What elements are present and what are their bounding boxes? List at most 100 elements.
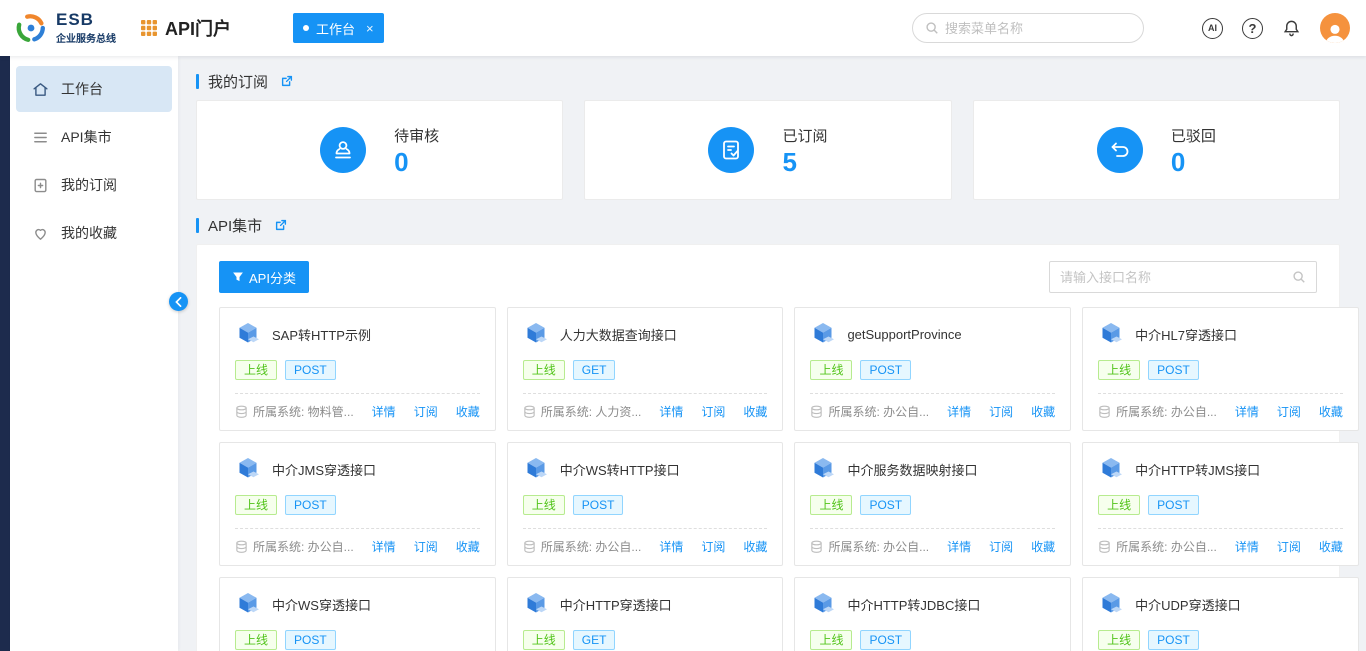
subscribe-link[interactable]: 订阅 [701, 403, 725, 420]
main-area: 工作台 API集市 我的订阅 我的收藏 [0, 56, 1366, 651]
bell-icon[interactable] [1282, 19, 1301, 38]
sidebar-item-label: 我的订阅 [61, 175, 117, 195]
sidebar-item-api-market[interactable]: API集市 [16, 114, 172, 160]
api-search-input[interactable] [1060, 270, 1286, 285]
sidebar-collapse-button[interactable] [169, 292, 188, 311]
export-icon[interactable] [280, 74, 294, 88]
card-footer: 所属系统: 办公自... 详情 订阅 收藏 [810, 528, 1055, 555]
detail-link[interactable]: 详情 [372, 538, 396, 555]
tab-close-icon[interactable]: × [366, 21, 374, 36]
favorite-link[interactable]: 收藏 [1319, 538, 1343, 555]
favorite-link[interactable]: 收藏 [1031, 403, 1055, 420]
api-card-head: 中介HTTP穿透接口 [523, 591, 768, 617]
api-search[interactable] [1049, 261, 1317, 293]
detail-link[interactable]: 详情 [1235, 403, 1259, 420]
api-cube-icon [810, 321, 836, 347]
sidebar-item-my-subscription[interactable]: 我的订阅 [16, 162, 172, 208]
api-card-title[interactable]: 中介服务数据映射接口 [847, 460, 977, 479]
api-card-head: 中介JMS穿透接口 [235, 456, 480, 482]
subscribe-link[interactable]: 订阅 [989, 403, 1013, 420]
method-tag: POST [285, 360, 336, 380]
favorite-link[interactable]: 收藏 [743, 403, 767, 420]
method-tag: POST [285, 495, 336, 515]
system-text: 所属系统: 办公自... [253, 538, 354, 555]
tag-row: 上线 POST [235, 630, 480, 650]
api-card-title[interactable]: 中介WS转HTTP接口 [560, 460, 680, 479]
detail-link[interactable]: 详情 [947, 538, 971, 555]
tag-row: 上线 POST [1098, 495, 1343, 515]
menu-search-input[interactable] [945, 21, 1131, 36]
database-icon [810, 540, 823, 554]
subscribe-link[interactable]: 订阅 [414, 403, 438, 420]
avatar[interactable] [1320, 13, 1350, 43]
api-card-title[interactable]: 中介UDP穿透接口 [1135, 595, 1240, 614]
api-card: 中介WS穿透接口 上线 POST [219, 577, 496, 651]
api-cube-icon [523, 456, 549, 482]
ai-icon-label: AI [1202, 18, 1223, 39]
favorite-link[interactable]: 收藏 [1031, 538, 1055, 555]
sidebar-item-my-favorites[interactable]: 我的收藏 [16, 210, 172, 256]
api-card-title[interactable]: 中介HTTP转JMS接口 [1135, 460, 1260, 479]
help-icon[interactable]: ? [1242, 18, 1263, 39]
menu-search[interactable] [912, 13, 1144, 43]
tag-row: 上线 POST [810, 630, 1055, 650]
card-footer: 所属系统: 办公自... 详情 订阅 收藏 [1098, 528, 1343, 555]
tag-row: 上线 POST [235, 360, 480, 380]
api-card-title[interactable]: 人力大数据查询接口 [560, 325, 677, 344]
detail-link[interactable]: 详情 [659, 403, 683, 420]
subscribe-link[interactable]: 订阅 [1277, 403, 1301, 420]
esb-logo-icon [14, 11, 48, 45]
subscribe-link[interactable]: 订阅 [1277, 538, 1301, 555]
tag-row: 上线 POST [523, 495, 768, 515]
api-card-title[interactable]: 中介JMS穿透接口 [272, 460, 376, 479]
status-tag: 上线 [1098, 495, 1140, 515]
api-card-head: getSupportProvince [810, 321, 1055, 347]
api-cube-icon [1098, 591, 1124, 617]
favorite-link[interactable]: 收藏 [743, 538, 767, 555]
favorite-link[interactable]: 收藏 [456, 538, 480, 555]
subscribe-link[interactable]: 订阅 [701, 538, 725, 555]
api-card-head: 中介HL7穿透接口 [1098, 321, 1343, 347]
api-cube-icon [235, 321, 261, 347]
section-accent-bar [196, 74, 199, 89]
database-icon [810, 405, 823, 419]
subscribe-link[interactable]: 订阅 [989, 538, 1013, 555]
export-icon[interactable] [274, 218, 288, 232]
tag-row: 上线 POST [810, 360, 1055, 380]
detail-link[interactable]: 详情 [947, 403, 971, 420]
api-card-title[interactable]: SAP转HTTP示例 [272, 325, 371, 344]
api-card-title[interactable]: 中介HTTP转JDBC接口 [847, 595, 980, 614]
status-tag: 上线 [810, 630, 852, 650]
api-cube-icon [1098, 321, 1124, 347]
method-tag: POST [860, 630, 911, 650]
status-tag: 上线 [523, 360, 565, 380]
favorite-link[interactable]: 收藏 [456, 403, 480, 420]
api-card-title[interactable]: 中介HL7穿透接口 [1135, 325, 1237, 344]
sidebar-item-workbench[interactable]: 工作台 [16, 66, 172, 112]
detail-link[interactable]: 详情 [1235, 538, 1259, 555]
api-card-title[interactable]: 中介HTTP穿透接口 [560, 595, 672, 614]
detail-link[interactable]: 详情 [659, 538, 683, 555]
tab-active-dot [303, 25, 309, 31]
method-tag: POST [1148, 360, 1199, 380]
home-icon [32, 81, 49, 98]
status-tag: 上线 [810, 495, 852, 515]
api-category-button[interactable]: API分类 [219, 261, 309, 293]
detail-link[interactable]: 详情 [372, 403, 396, 420]
database-icon [1098, 540, 1111, 554]
method-tag: POST [1148, 495, 1199, 515]
favorite-link[interactable]: 收藏 [1319, 403, 1343, 420]
card-footer: 所属系统: 办公自... 详情 订阅 收藏 [523, 528, 768, 555]
ai-icon[interactable]: AI [1202, 18, 1223, 39]
sidebar: 工作台 API集市 我的订阅 我的收藏 [10, 56, 178, 651]
api-card-title[interactable]: getSupportProvince [847, 327, 961, 342]
dark-side-strip [0, 56, 10, 651]
api-category-button-label: API分类 [249, 268, 296, 287]
api-card: 中介HTTP转JDBC接口 上线 POST [794, 577, 1071, 651]
subscribe-link[interactable]: 订阅 [414, 538, 438, 555]
api-card-head: 中介服务数据映射接口 [810, 456, 1055, 482]
tab-workbench[interactable]: 工作台 × [293, 13, 384, 43]
api-card-head: 中介HTTP转JMS接口 [1098, 456, 1343, 482]
api-card-title[interactable]: 中介WS穿透接口 [272, 595, 371, 614]
tag-row: 上线 POST [235, 495, 480, 515]
